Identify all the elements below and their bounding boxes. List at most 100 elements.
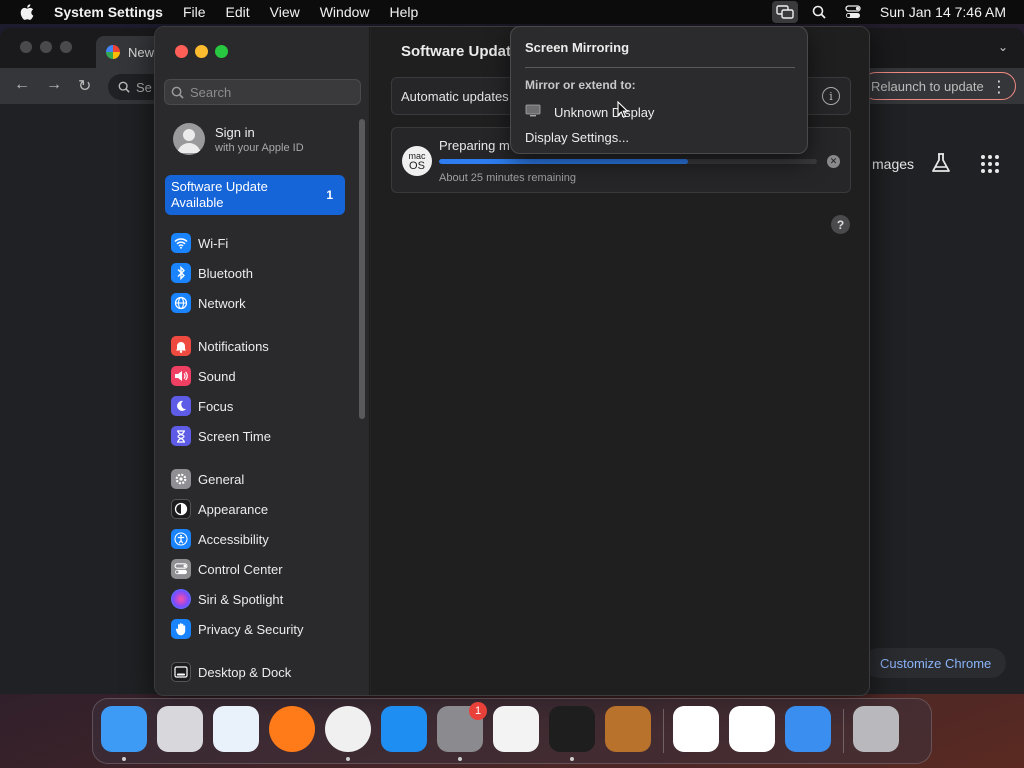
- control-center-icon[interactable]: [840, 1, 866, 23]
- dock-separator: [663, 709, 664, 753]
- chrome-zoom-button[interactable]: [60, 41, 72, 53]
- google-images-link[interactable]: mages: [872, 156, 914, 172]
- sidebar-item-label: Appearance: [198, 501, 269, 517]
- sidebar-item-software-update-available[interactable]: Software Update Available 1: [165, 175, 345, 215]
- omnibox-search-icon: [118, 81, 130, 93]
- dock-app-vs-code-icon[interactable]: [673, 706, 719, 752]
- popover-subtitle: Mirror or extend to:: [525, 78, 636, 92]
- sidebar-scrollbar[interactable]: [359, 119, 365, 419]
- customize-chrome-label: Customize Chrome: [880, 655, 992, 671]
- accessibility-icon: [171, 529, 191, 549]
- sidebar-item-sound[interactable]: Sound: [171, 365, 236, 387]
- menu-help[interactable]: Help: [390, 4, 419, 20]
- sidebar-item-label: Privacy & Security: [198, 621, 304, 637]
- dock-app-finder-icon[interactable]: [101, 706, 147, 752]
- display-name-label: Unknown Display: [554, 104, 655, 120]
- address-bar-text: Se: [136, 79, 152, 95]
- cancel-update-icon[interactable]: ✕: [827, 155, 840, 168]
- sidebar-item-label: Focus: [198, 398, 234, 414]
- dock-app-garageband-icon[interactable]: [605, 706, 651, 752]
- sidebar-item-accessibility[interactable]: Accessibility: [171, 528, 269, 550]
- search-input[interactable]: [190, 84, 350, 100]
- info-icon[interactable]: i: [822, 87, 840, 105]
- appearance-icon: [171, 499, 191, 519]
- dock-app-terminal-icon[interactable]: [549, 706, 595, 752]
- menu-bar-clock[interactable]: Sun Jan 14 7:46 AM: [880, 4, 1006, 20]
- forward-arrow-icon[interactable]: →: [46, 76, 62, 94]
- relaunch-label: Relaunch to update: [871, 78, 984, 94]
- update-progress-title: Preparing m: [439, 138, 510, 153]
- sidebar-item-notifications[interactable]: Notifications: [171, 335, 269, 357]
- dock-running-indicator: [346, 757, 350, 761]
- sidebar-item-label: Screen Time: [198, 428, 271, 444]
- apple-menu-icon[interactable]: [16, 0, 38, 24]
- dock-running-indicator: [458, 757, 462, 761]
- chrome-logo-icon: [106, 45, 120, 59]
- sidebar-item-siri-spotlight[interactable]: Siri & Spotlight: [171, 588, 283, 610]
- display-option-unknown-display[interactable]: Unknown Display: [525, 103, 654, 121]
- sidebar-item-bluetooth[interactable]: Bluetooth: [171, 262, 253, 284]
- sidebar-item-label: Network: [198, 295, 246, 311]
- chrome-minimize-button[interactable]: [40, 41, 52, 53]
- sidebar-item-privacy-security[interactable]: Privacy & Security: [171, 618, 303, 640]
- relaunch-to-update-button[interactable]: Relaunch to update ⋮: [862, 72, 1016, 100]
- dock-app-app-store-icon[interactable]: [381, 706, 427, 752]
- labs-flask-icon[interactable]: [930, 152, 952, 179]
- dock-app-firefox-icon[interactable]: [269, 706, 315, 752]
- menu-file[interactable]: File: [183, 4, 206, 20]
- chrome-close-button[interactable]: [20, 41, 32, 53]
- back-arrow-icon[interactable]: ←: [14, 76, 30, 94]
- sidebar-item-desktop-dock[interactable]: Desktop & Dock: [171, 661, 291, 683]
- dock-app-textedit-icon[interactable]: [493, 706, 539, 752]
- screen-mirroring-icon[interactable]: [771, 1, 798, 23]
- sign-in-title: Sign in: [215, 124, 255, 140]
- bell-icon: [171, 336, 191, 356]
- google-apps-grid-icon[interactable]: [980, 154, 1000, 179]
- apple-id-sign-in[interactable]: Sign in with your Apple ID: [173, 123, 304, 155]
- dock-app-visual-studio-icon[interactable]: [729, 706, 775, 752]
- sidebar-item-network[interactable]: Network: [171, 292, 246, 314]
- chrome-menu-icon[interactable]: ⋮: [991, 77, 1007, 97]
- update-count-badge: 1: [326, 188, 333, 202]
- sidebar-item-label: Control Center: [198, 561, 283, 577]
- sidebar-item-screen-time[interactable]: Screen Time: [171, 425, 271, 447]
- control-center-icon: [171, 559, 191, 579]
- window-close-button[interactable]: [175, 45, 188, 58]
- search-icon: [171, 86, 184, 99]
- sidebar-item-appearance[interactable]: Appearance: [171, 498, 268, 520]
- siri-icon: [171, 589, 191, 609]
- sidebar-item-label: Bluetooth: [198, 265, 253, 281]
- sidebar-item-label: Siri & Spotlight: [198, 591, 284, 607]
- sidebar-item-label: Notifications: [198, 338, 269, 354]
- sidebar-search-field[interactable]: [164, 79, 361, 105]
- sidebar-item-general[interactable]: General: [171, 468, 244, 490]
- spotlight-search-icon[interactable]: [806, 1, 832, 23]
- update-progress-fill: [439, 159, 689, 164]
- dock-app-weather-icon[interactable]: [785, 706, 831, 752]
- menu-edit[interactable]: Edit: [226, 4, 250, 20]
- update-time-remaining: About 25 minutes remaining: [439, 172, 576, 184]
- popover-title: Screen Mirroring: [525, 40, 630, 55]
- sidebar-item-control-center[interactable]: Control Center: [171, 558, 283, 580]
- menu-app-name[interactable]: System Settings: [54, 4, 163, 20]
- window-minimize-button[interactable]: [195, 45, 208, 58]
- menu-window[interactable]: Window: [320, 4, 370, 20]
- gear-icon: [171, 469, 191, 489]
- menu-view[interactable]: View: [270, 4, 300, 20]
- wifi-icon: [171, 233, 191, 253]
- dock-app-safari-icon[interactable]: [213, 706, 259, 752]
- sidebar-item-focus[interactable]: Focus: [171, 395, 233, 417]
- dock-app-chrome-icon[interactable]: [325, 706, 371, 752]
- window-zoom-button[interactable]: [215, 45, 228, 58]
- help-icon[interactable]: ?: [831, 215, 850, 234]
- dock-running-indicator: [122, 757, 126, 761]
- sidebar-item-wifi[interactable]: Wi-Fi: [171, 232, 228, 254]
- dock-app-trash-icon[interactable]: [853, 706, 899, 752]
- menu-bar: System Settings File Edit View Window He…: [0, 0, 1024, 24]
- customize-chrome-button[interactable]: Customize Chrome: [864, 648, 1006, 678]
- dock-app-launchpad-icon[interactable]: [157, 706, 203, 752]
- reload-icon[interactable]: ↻: [78, 76, 91, 96]
- sidebar-item-label: Accessibility: [198, 531, 269, 547]
- tab-search-chevron-icon[interactable]: ⌄: [998, 40, 1008, 54]
- display-settings-link[interactable]: Display Settings...: [525, 130, 629, 145]
